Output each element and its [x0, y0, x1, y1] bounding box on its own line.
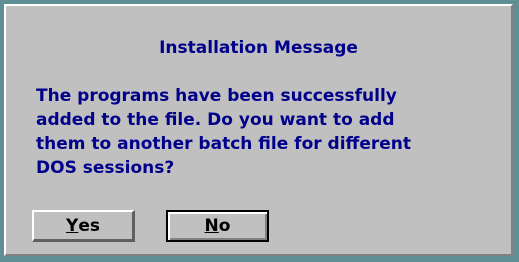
- no-label-rest: o: [218, 216, 231, 236]
- window-frame: Installation Message The programs have b…: [0, 0, 519, 262]
- yes-hotkey: Y: [66, 215, 79, 236]
- yes-button[interactable]: Yes: [32, 210, 135, 242]
- dialog-message: The programs have been successfully adde…: [36, 86, 411, 178]
- dialog-title: Installation Message: [159, 38, 358, 58]
- no-hotkey: N: [204, 216, 219, 236]
- installation-message-dialog: Installation Message The programs have b…: [4, 4, 513, 256]
- yes-label-rest: es: [78, 215, 100, 236]
- no-button[interactable]: No: [166, 210, 269, 242]
